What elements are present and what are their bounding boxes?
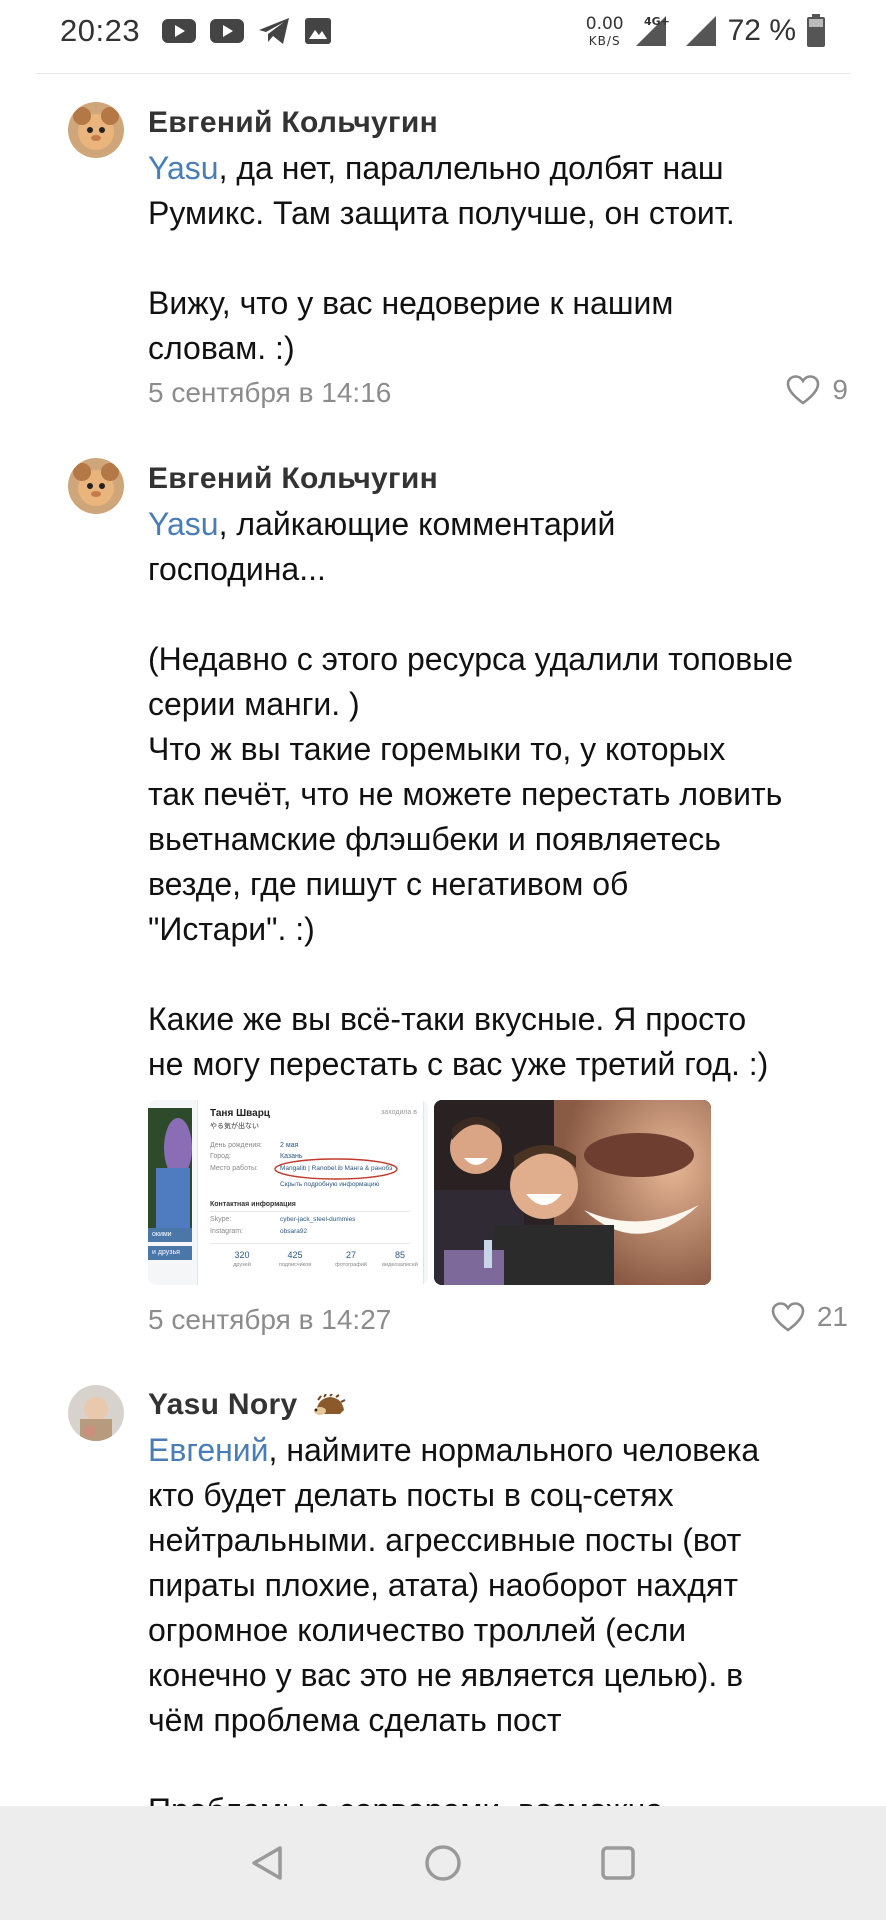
like-count: 9 bbox=[832, 374, 848, 405]
comment-date[interactable]: 5 сентября в 14:27 bbox=[148, 1304, 391, 1336]
comment-text: Yasu, да нет, параллельно долбят наш Рум… bbox=[148, 150, 735, 366]
hedgehog-icon bbox=[314, 1394, 346, 1416]
profile-counter[interactable]: 320 друзей bbox=[220, 1250, 264, 1268]
comment-author[interactable]: Евгений Кольчугин bbox=[148, 462, 438, 496]
highlight-ellipse bbox=[274, 1158, 398, 1180]
info-label: Instagram: bbox=[210, 1228, 244, 1235]
avatar[interactable] bbox=[68, 1385, 124, 1441]
friends-button[interactable]: и друзья bbox=[148, 1246, 192, 1260]
avatar[interactable] bbox=[68, 458, 124, 514]
profile-card: Таня Шварц やる気が出ない заходила в День рожде… bbox=[198, 1100, 423, 1285]
comment-text: Евгений, наймите нормального человека кт… bbox=[148, 1432, 760, 1828]
more-info-link[interactable]: Скрыть подробную информацию bbox=[280, 1181, 379, 1188]
system-nav-bar bbox=[0, 1806, 886, 1920]
profile-status: やる気が出ない bbox=[210, 1122, 259, 1130]
profile-counter[interactable]: 27 фотографий bbox=[326, 1250, 376, 1268]
back-icon bbox=[251, 1846, 282, 1880]
contacts-header: Контактная информация bbox=[210, 1201, 296, 1208]
signal-icon: 4G+ bbox=[635, 15, 670, 46]
profile-side-buttons: окими и друзья bbox=[148, 1228, 192, 1260]
divider bbox=[210, 1211, 410, 1212]
comment-date[interactable]: 5 сентября в 14:16 bbox=[148, 377, 391, 409]
heart-icon bbox=[771, 1302, 805, 1332]
profile-photo bbox=[148, 1108, 192, 1238]
info-label: Место работы: bbox=[210, 1165, 258, 1172]
profile-name: Таня Шварц bbox=[210, 1108, 270, 1119]
comment-text: Yasu, лайкающие комментарий господина...… bbox=[148, 506, 794, 1082]
battery-percent: 72 % bbox=[727, 14, 796, 47]
notification-icons bbox=[162, 17, 332, 45]
info-value: 2 мая bbox=[280, 1142, 299, 1149]
youtube-icon bbox=[162, 19, 197, 43]
profile-counter[interactable]: 85 видеозаписей bbox=[378, 1250, 422, 1268]
comment-author[interactable]: Евгений Кольчугин bbox=[148, 106, 438, 140]
recents-button[interactable] bbox=[588, 1833, 648, 1893]
telegram-icon bbox=[259, 18, 290, 44]
comment-author[interactable]: Yasu Nory bbox=[148, 1388, 346, 1422]
mention-link[interactable]: Yasu bbox=[148, 506, 219, 542]
status-time: 20:23 bbox=[60, 13, 141, 48]
svg-text:4G+: 4G+ bbox=[644, 15, 670, 28]
mention-link[interactable]: Евгений bbox=[148, 1432, 269, 1468]
avatar[interactable] bbox=[68, 102, 124, 158]
info-label: Город: bbox=[210, 1153, 231, 1160]
status-bar: 20:23 0.00 KB/S 4G+ 72 % bbox=[0, 0, 886, 62]
recents-icon bbox=[601, 1846, 636, 1880]
like-button[interactable]: 9 bbox=[786, 374, 848, 406]
attachment-image[interactable] bbox=[434, 1100, 711, 1285]
status-right: 0.00 KB/S 4G+ 72 % bbox=[586, 14, 826, 48]
info-label: День рождения: bbox=[210, 1142, 262, 1149]
info-label: Skype: bbox=[210, 1216, 232, 1223]
top-divider bbox=[36, 73, 850, 74]
heart-icon bbox=[787, 375, 820, 405]
attachment-image[interactable]: окими и друзья Таня Шварц やる気が出ない заходи… bbox=[148, 1100, 428, 1285]
info-value: obsara92 bbox=[280, 1228, 308, 1235]
meme-photo bbox=[434, 1100, 711, 1285]
divider bbox=[210, 1243, 410, 1244]
profile-counter[interactable]: 425 подписчиков bbox=[270, 1250, 320, 1268]
home-button[interactable] bbox=[413, 1833, 473, 1893]
home-icon bbox=[425, 1845, 461, 1881]
like-button[interactable]: 21 bbox=[771, 1301, 848, 1333]
net-speed: 0.00 KB/S bbox=[585, 13, 624, 48]
like-count: 21 bbox=[816, 1301, 848, 1332]
info-value: cyber-jack_steel-dummies bbox=[280, 1216, 356, 1223]
profile-online: заходила в bbox=[381, 1109, 417, 1116]
signal-icon bbox=[685, 16, 716, 46]
battery-icon bbox=[807, 14, 825, 47]
gallery-icon bbox=[305, 18, 332, 44]
youtube-icon bbox=[210, 19, 245, 43]
back-button[interactable] bbox=[238, 1833, 298, 1893]
mention-link[interactable]: Yasu bbox=[148, 150, 219, 186]
message-button[interactable]: окими bbox=[148, 1228, 192, 1242]
